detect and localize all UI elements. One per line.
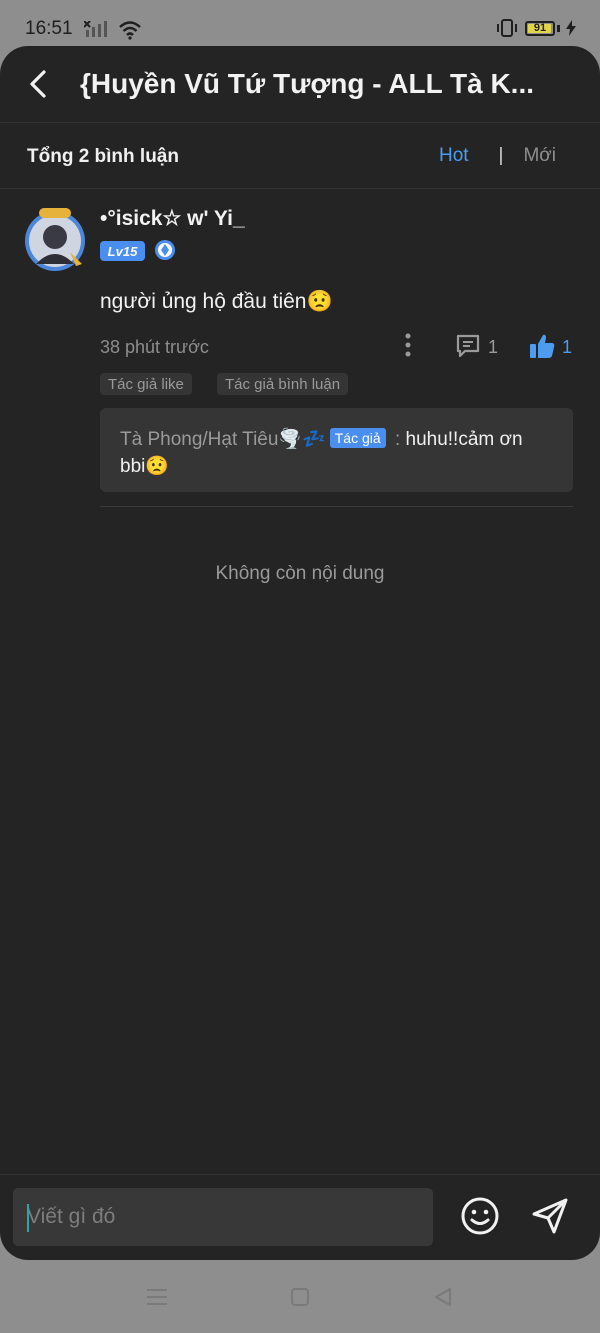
comment-text: người ủng hộ đầu tiên😟 — [100, 290, 333, 313]
wifi-icon — [119, 21, 141, 40]
reply-count: 1 — [488, 337, 499, 357]
comment-input-bar — [0, 1174, 600, 1260]
comments-sheet: {Huyền Vũ Tứ Tượng - ALL Tà K... Tổng 2 … — [0, 46, 600, 1260]
reply-preview[interactable]: Tà Phong/Hạt Tiêu🌪️💤 Tác giả : huhu!!cảm … — [100, 408, 573, 492]
recent-apps-icon[interactable] — [145, 1287, 169, 1307]
emoji-icon[interactable] — [458, 1194, 502, 1238]
tag-author-liked: Tác giả like — [100, 373, 192, 395]
reply-separator: : — [389, 429, 406, 450]
level-badge: Lv15 — [100, 241, 145, 261]
battery-icon: 91 — [525, 20, 555, 36]
comment-input[interactable] — [13, 1188, 433, 1246]
tag-author-commented: Tác giả bình luận — [217, 373, 349, 395]
reply-icon[interactable] — [454, 332, 482, 360]
thumbs-up-icon[interactable] — [528, 332, 556, 360]
avatar[interactable] — [22, 206, 88, 272]
page-title: {Huyền Vũ Tứ Tượng - ALL Tà K... — [80, 68, 535, 99]
send-icon[interactable] — [528, 1194, 572, 1238]
like-count: 1 — [562, 337, 573, 357]
text-caret — [27, 1204, 29, 1232]
comment-time: 38 phút trước — [100, 337, 209, 357]
top-bar: {Huyền Vũ Tứ Tượng - ALL Tà K... — [0, 46, 600, 122]
more-options-icon[interactable] — [398, 331, 418, 359]
end-of-content: Không còn nội dung — [215, 563, 385, 584]
header-divider — [0, 122, 600, 123]
summary-divider — [0, 188, 600, 189]
comment-count: Tổng 2 bình luận — [27, 146, 179, 167]
nav-back-icon[interactable] — [432, 1286, 454, 1308]
tab-new[interactable]: Mới — [523, 145, 556, 167]
verified-icon — [155, 240, 175, 260]
back-arrow-icon[interactable] — [24, 66, 54, 102]
reply-author[interactable]: Tà Phong/Hạt Tiêu🌪️💤 — [120, 429, 326, 450]
comment-divider — [100, 506, 573, 507]
system-nav-bar — [0, 1260, 600, 1333]
comment-username[interactable]: •°isick☆ w' Yi_ — [100, 206, 245, 231]
author-badge: Tác giả — [329, 428, 386, 448]
sort-tabs: Hot | Mới — [439, 145, 556, 167]
sim-off-icon — [84, 21, 107, 37]
tab-hot[interactable]: Hot — [439, 145, 469, 167]
tab-separator: | — [498, 145, 504, 166]
vibrate-icon — [497, 19, 517, 37]
charging-icon — [566, 20, 576, 36]
status-time: 16:51 — [25, 18, 73, 39]
battery-level: 91 — [533, 22, 547, 34]
home-icon[interactable] — [290, 1287, 310, 1307]
